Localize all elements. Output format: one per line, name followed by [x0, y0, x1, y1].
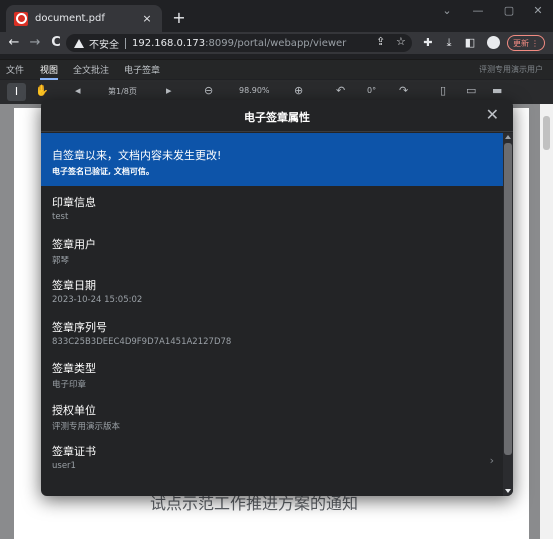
address-bar[interactable]: 不安全 192.168.0.173 :8099/portal/webapp/vi… — [66, 34, 412, 52]
tab-title: document.pdf — [35, 13, 105, 24]
zoom-in-icon[interactable]: ⊕ — [294, 84, 303, 97]
url-host: 192.168.0.173 — [132, 37, 206, 49]
sidepanel-icon[interactable]: ◧ — [462, 36, 478, 49]
field-label: 签章序列号 — [52, 320, 107, 334]
rotate-right-icon[interactable]: ↷ — [399, 84, 408, 97]
verification-subline: 电子签名已验证, 文档可信。 — [52, 167, 154, 176]
tab-search-icon[interactable]: ⌄ — [432, 4, 462, 17]
verification-banner: 自签章以来，文档内容未发生更改! 电子签名已验证, 文档可信。 — [41, 133, 503, 186]
update-label: 更新 — [513, 38, 529, 48]
update-button[interactable]: 更新 ⋮ — [507, 35, 545, 51]
new-tab-button[interactable]: + — [170, 8, 188, 27]
menu-annotations[interactable]: 全文批注 — [73, 63, 109, 76]
menu-view[interactable]: 视图 — [40, 63, 59, 80]
field-value: 郭琴 — [52, 255, 70, 266]
field-label: 印章信息 — [52, 196, 96, 209]
extensions-icon[interactable]: ✚ — [420, 36, 436, 49]
document-scrollbar-thumb[interactable] — [543, 116, 550, 150]
signature-properties-dialog: 电子签章属性 ✕ 自签章以来，文档内容未发生更改! 电子签名已验证, 文档可信。… — [41, 100, 513, 496]
scroll-up-icon[interactable] — [505, 135, 511, 139]
warning-icon — [74, 38, 84, 48]
field-label: 签章证书 — [52, 445, 96, 458]
tab-close-icon[interactable]: × — [140, 12, 154, 25]
reload-button[interactable]: C — [47, 33, 65, 53]
forward-button[interactable]: → — [26, 33, 44, 53]
chevron-right-icon[interactable]: › — [490, 454, 494, 467]
page-indicator[interactable]: 第1/8页 — [108, 86, 137, 97]
prev-page-icon[interactable]: ◂ — [75, 84, 81, 97]
scroll-down-icon[interactable] — [505, 489, 511, 493]
zoom-out-icon[interactable]: ⊖ — [204, 84, 213, 97]
field-value: 评测专用演示版本 — [52, 421, 121, 432]
next-page-icon[interactable]: ▸ — [166, 84, 172, 97]
menu-esignature[interactable]: 电子签章 — [124, 63, 160, 76]
fit-page-icon[interactable]: ▭ — [466, 84, 476, 97]
field-certificate[interactable]: 签章证书 user1 › — [52, 443, 494, 485]
dialog-scrollbar-thumb[interactable] — [504, 143, 512, 455]
single-page-icon[interactable]: ▯ — [440, 84, 446, 97]
field-value: test — [52, 212, 69, 222]
star-icon[interactable]: ☆ — [396, 35, 406, 48]
dialog-close-icon[interactable]: ✕ — [486, 105, 499, 124]
document-scrollbar[interactable] — [540, 104, 553, 539]
browser-toolbar: ← → C 不安全 192.168.0.173 :8099/portal/web… — [0, 32, 553, 54]
menu-file[interactable]: 文件 — [6, 63, 24, 76]
share-icon[interactable]: ⇪ — [376, 35, 385, 48]
back-button[interactable]: ← — [5, 33, 23, 53]
text-select-icon[interactable]: I — [7, 83, 26, 101]
maximize-button[interactable]: ▢ — [494, 4, 524, 17]
minimize-button[interactable]: — — [463, 4, 493, 17]
menu-icon: ⋮ — [531, 38, 539, 48]
pdf-favicon-icon — [14, 11, 28, 26]
field-sign-date: 签章日期 2023-10-24 15:05:02 — [52, 277, 492, 319]
rotate-left-icon[interactable]: ↶ — [336, 84, 345, 97]
dialog-scrollbar[interactable] — [503, 133, 513, 496]
field-seal-info: 印章信息 test — [52, 194, 492, 236]
field-label: 授权单位 — [52, 403, 96, 417]
field-label: 签章日期 — [52, 279, 96, 292]
browser-tab[interactable]: document.pdf × — [6, 5, 162, 32]
profile-icon[interactable] — [487, 36, 500, 49]
security-label[interactable]: 不安全 — [89, 36, 119, 51]
browser-tab-strip: document.pdf × + ⌄ — ▢ ✕ — [0, 0, 553, 32]
field-label: 签章用户 — [52, 237, 96, 251]
field-value: 电子印章 — [52, 380, 87, 390]
hand-tool-icon[interactable]: ✋ — [35, 84, 49, 97]
rotation-value[interactable]: 0° — [367, 86, 376, 95]
dialog-header: 电子签章属性 ✕ — [41, 100, 513, 132]
zoom-level[interactable]: 98.90% — [239, 86, 270, 95]
url-divider — [125, 37, 126, 49]
dialog-title: 电子签章属性 — [244, 111, 310, 124]
user-label: 评测专用演示用户 — [479, 65, 543, 74]
field-authorized-unit: 授权单位 评测专用演示版本 — [52, 402, 492, 444]
url-path: :8099/portal/webapp/viewer — [205, 37, 347, 49]
verification-headline: 自签章以来，文档内容未发生更改! — [52, 149, 222, 162]
field-value: user1 — [52, 461, 76, 471]
field-signer: 签章用户 郭琴 — [52, 236, 492, 278]
window-close-button[interactable]: ✕ — [523, 4, 553, 17]
fit-width-icon[interactable]: ▬ — [492, 84, 502, 97]
field-serial-number: 签章序列号 833C25B3DEEC4D9F9D7A1451A2127D78 — [52, 319, 492, 361]
field-value: 2023-10-24 15:05:02 — [52, 295, 143, 305]
signature-field-list: 印章信息 test 签章用户 郭琴 签章日期 2023-10-24 15:05:… — [52, 194, 494, 485]
field-value: 833C25B3DEEC4D9F9D7A1451A2127D78 — [52, 336, 232, 347]
field-label: 签章类型 — [52, 362, 96, 375]
download-icon[interactable]: ⤓ — [441, 36, 457, 50]
field-sign-type: 签章类型 电子印章 — [52, 360, 492, 402]
app-menubar: 文件 视图 全文批注 电子签章 评测专用演示用户 — [0, 59, 553, 80]
